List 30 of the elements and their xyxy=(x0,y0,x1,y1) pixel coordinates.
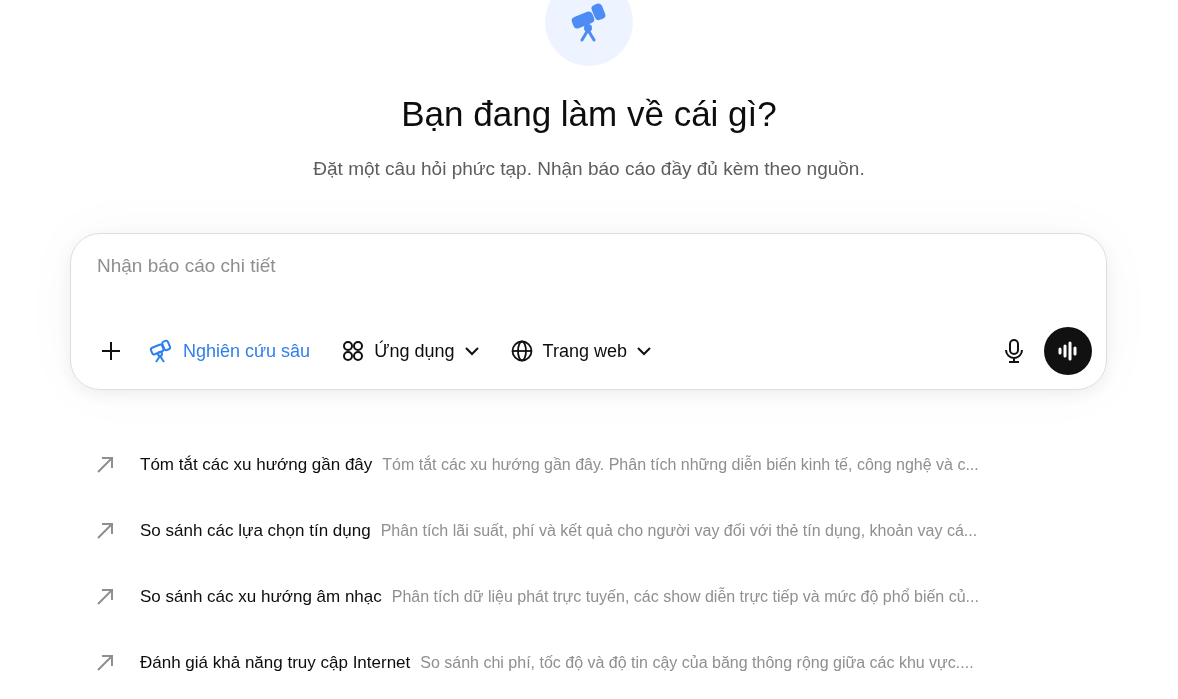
dropdown-button[interactable]: Ứng dụng xyxy=(334,333,487,369)
suggestion-item[interactable]: So sánh các xu hướng âm nhạc Phân tích dữ liệu phát trực tuyến, các show diễn trực tiếp và mức độ phổ biến củ... xyxy=(96,564,1098,630)
arrow-up-right-icon xyxy=(96,456,114,474)
apps-grid-icon xyxy=(342,340,365,362)
chevron-down-icon xyxy=(464,346,479,356)
telescope-icon xyxy=(149,339,173,363)
suggestion-title: Đánh giá khả năng truy cập Internet xyxy=(140,652,411,675)
voice-mode-button[interactable] xyxy=(1044,327,1092,375)
arrow-up-right-icon xyxy=(96,588,114,606)
suggestion-description: So sánh chi phí, tốc độ và độ tin cậy của băng thông rộng giữa các khu vực.... xyxy=(420,653,974,673)
chevron-down-icon xyxy=(636,346,651,356)
page-subheading: Đặt một câu hỏi phức tạp. Nhận báo cáo đầy đủ kèm theo nguồn. xyxy=(312,156,866,181)
suggestion-description: Tóm tắt các xu hướng gần đây. Phân tích những diễn biến kinh tế, công nghệ và c... xyxy=(382,454,979,475)
suggestion-item[interactable]: Đánh giá khả năng truy cập Internet So sánh chi phí, tốc độ và độ tin cậy của băng thông rộng giữa các khu vực.... xyxy=(96,630,1098,696)
arrow-up-right-icon xyxy=(96,522,114,540)
suggestion-title: So sánh các xu hướng âm nhạc xyxy=(140,586,382,609)
sound-wave-icon xyxy=(1057,341,1079,361)
arrow-up-right-icon xyxy=(96,654,114,672)
suggestion-description: Phân tích dữ liệu phát trực tuyến, các show diễn trực tiếp và mức độ phổ biến củ... xyxy=(391,586,979,607)
deep-research-toggle[interactable]: Nghiên cứu sâu xyxy=(141,333,319,369)
suggestion-title: Tóm tắt các xu hướng gần đây xyxy=(140,454,373,477)
microphone-icon xyxy=(1004,339,1024,364)
suggestion-description: Phân tích lãi suất, phí và kết quả cho người vay đối với thẻ tín dụng, khoản vay cá... xyxy=(380,521,978,541)
suggestion-item[interactable]: Tóm tắt các xu hướng gần đây Tóm tắt các xu hướng gần đây. Phân tích những diễn biến kinh tế, công nghệ và c... xyxy=(96,432,1098,498)
dropdown-button[interactable]: Trang web xyxy=(502,333,659,369)
globe-icon xyxy=(510,340,533,362)
suggestion-item[interactable]: So sánh các lựa chọn tín dụng Phân tích lãi suất, phí và kết quả cho người vay đối với thẻ tín dụng, khoản vay cá... xyxy=(96,498,1098,564)
suggestion-title: So sánh các lựa chọn tín dụng xyxy=(140,520,371,543)
page-heading: Bạn đang làm về cái gì? xyxy=(400,93,778,135)
plus-icon xyxy=(101,341,121,361)
